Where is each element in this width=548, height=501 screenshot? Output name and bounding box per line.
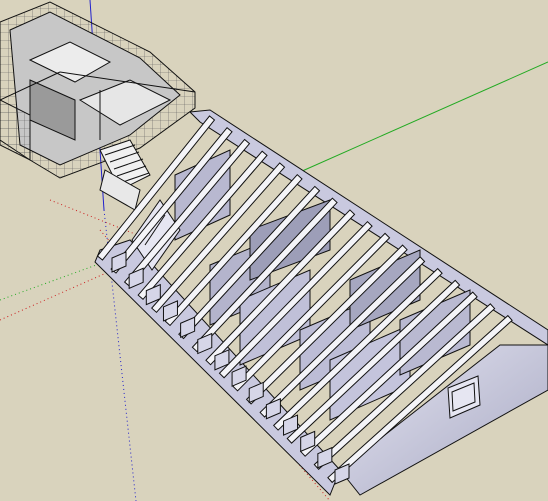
model-viewport[interactable] bbox=[0, 0, 548, 501]
roof-structure-3d-model[interactable] bbox=[0, 0, 548, 501]
green-axis-dotted bbox=[0, 259, 111, 301]
upper-floor-block bbox=[0, 1, 196, 179]
green-axis bbox=[299, 61, 548, 173]
